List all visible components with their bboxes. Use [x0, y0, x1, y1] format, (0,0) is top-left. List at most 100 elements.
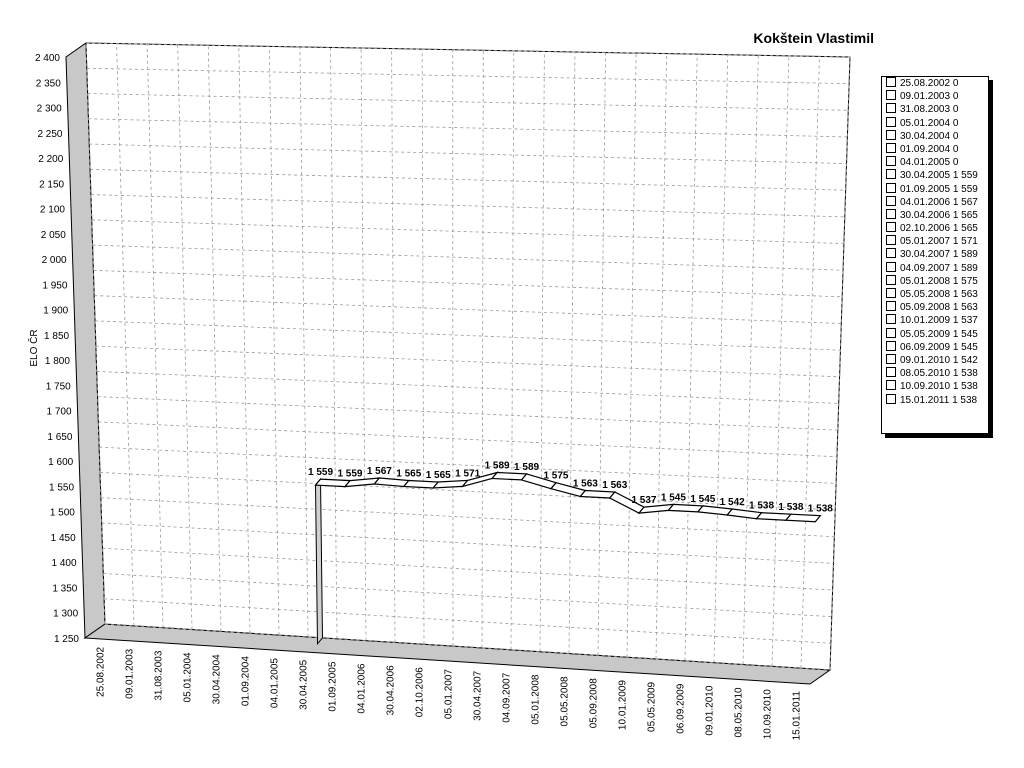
legend-label: 05.01.2008 1 575	[900, 275, 978, 287]
y-tick-label: 1 950	[42, 280, 67, 291]
chart-title: Kokštein Vlastimil	[753, 30, 874, 46]
legend-item: 04.01.2005 0	[882, 156, 988, 169]
x-tick-label: 10.09.2010	[763, 689, 774, 739]
legend-item: 01.09.2004 0	[882, 142, 988, 156]
y-tick-label: 1 400	[51, 558, 76, 569]
legend-item: 30.04.2005 1 559	[882, 169, 988, 182]
legend-item: 08.05.2010 1 538	[882, 367, 988, 380]
y-tick-label: 1 550	[49, 482, 74, 493]
legend-swatch	[886, 327, 896, 338]
legend-item: 25.08.2002 0	[882, 77, 988, 90]
x-tick-label: 05.01.2008	[531, 674, 542, 724]
legend-swatch	[886, 169, 896, 180]
legend-swatch	[886, 248, 896, 259]
x-tick-label: 05.01.2007	[444, 669, 455, 719]
y-tick-label: 2 200	[38, 154, 63, 165]
legend-swatch	[886, 353, 896, 364]
x-tick-label: 25.08.2002	[96, 646, 107, 696]
series-segment	[579, 489, 617, 499]
legend-label: 08.05.2010 1 538	[900, 368, 978, 380]
y-tick-label: 2 150	[39, 179, 64, 190]
legend-label: 25.08.2002 0	[900, 78, 959, 89]
data-label: 1 545	[661, 492, 686, 503]
y-tick-label: 1 350	[52, 583, 77, 594]
data-label: 1 575	[543, 471, 568, 482]
legend-item: 04.01.2006 1 567	[882, 195, 988, 209]
legend-swatch	[886, 103, 896, 114]
series-segment	[784, 513, 822, 523]
x-tick-label: 04.09.2007	[502, 672, 513, 722]
legend-item: 05.05.2008 1 563	[882, 288, 988, 301]
data-label: 1 559	[308, 467, 333, 478]
legend-item: 10.01.2009 1 537	[882, 314, 988, 327]
legend-swatch	[886, 274, 896, 285]
legend-item: 31.08.2003 0	[882, 103, 988, 116]
x-tick-label: 30.04.2004	[212, 654, 223, 704]
legend-label: 01.09.2004 0	[900, 143, 959, 155]
y-tick-label: 2 250	[37, 129, 62, 140]
legend-label: 06.09.2009 1 545	[900, 341, 978, 353]
legend-item: 09.01.2010 1 542	[882, 353, 988, 367]
legend-swatch	[886, 129, 896, 140]
y-tick-label: 2 050	[41, 230, 66, 241]
data-label: 1 571	[455, 468, 480, 479]
legend-item: 30.04.2004 0	[882, 129, 988, 143]
legend-swatch	[886, 142, 896, 153]
legend-label: 09.01.2003 0	[900, 91, 959, 103]
data-label: 1 567	[367, 466, 392, 477]
legend-label: 10.01.2009 1 537	[900, 315, 978, 327]
legend-label: 30.04.2005 1 559	[900, 170, 978, 182]
elo-chart: 1 250 1 300 1 350 1 400 1 450 1 500 1 550 1 600…	[27, 42, 851, 741]
legend-item: 05.05.2009 1 545	[882, 327, 988, 341]
legend-label: 15.01.2011 1 538	[900, 394, 978, 406]
legend-swatch	[886, 380, 896, 391]
legend-swatch	[886, 77, 896, 87]
data-label: 1 537	[631, 495, 656, 506]
x-tick-label: 31.08.2003	[154, 650, 165, 700]
data-label: 1 559	[337, 469, 362, 480]
back-wall	[85, 42, 851, 671]
data-label: 1 565	[396, 468, 421, 479]
legend-label: 05.01.2004 0	[900, 117, 959, 129]
y-tick-label: 1 750	[46, 381, 71, 392]
y-tick-label: 2 300	[37, 104, 62, 115]
legend-swatch	[886, 261, 896, 272]
legend-swatch	[886, 367, 896, 378]
legend-item: 30.04.2007 1 589	[882, 248, 988, 261]
y-tick-label: 1 500	[50, 508, 75, 519]
x-tick-label: 30.04.2005	[299, 659, 310, 709]
series-segment	[490, 471, 528, 481]
data-label: 1 538	[778, 502, 803, 513]
y-tick-label: 1 650	[47, 432, 72, 443]
x-tick-label: 05.01.2004	[183, 652, 194, 702]
y-tick-label: 2 000	[42, 255, 67, 266]
legend-item: 10.09.2010 1 538	[882, 380, 988, 393]
x-tick-label: 06.09.2009	[676, 683, 687, 733]
data-label: 1 545	[690, 494, 715, 505]
legend-item: 04.09.2007 1 589	[882, 261, 988, 275]
x-tick-label: 02.10.2006	[415, 667, 426, 717]
legend-swatch	[886, 288, 896, 298]
legend-swatch	[886, 116, 896, 127]
x-tick-label: 04.01.2006	[357, 663, 368, 713]
series-segment	[667, 503, 705, 513]
legend-item: 09.01.2003 0	[882, 90, 988, 103]
x-tick-label: 01.09.2005	[328, 661, 339, 711]
legend-item: 30.04.2006 1 565	[882, 208, 988, 222]
x-tick-label: 09.01.2003	[125, 648, 136, 698]
x-tick-label: 09.01.2010	[705, 685, 716, 735]
legend-swatch	[886, 222, 896, 233]
x-tick-label: 05.05.2008	[560, 676, 571, 726]
series-segment	[314, 478, 352, 488]
legend-label: 31.08.2003 0	[900, 104, 959, 116]
data-label: 1 589	[485, 460, 510, 471]
x-tick-label: 01.09.2004	[241, 656, 252, 706]
data-label: 1 563	[573, 478, 598, 489]
x-tick-label: 15.01.2011	[792, 691, 803, 741]
legend-label: 04.09.2007 1 589	[900, 262, 978, 274]
x-tick-label: 04.01.2005	[270, 658, 281, 708]
legend-label: 30.04.2007 1 589	[900, 249, 978, 261]
y-tick-label: 1 600	[48, 457, 73, 468]
legend-label: 05.05.2008 1 563	[900, 289, 978, 300]
data-label: 1 565	[426, 470, 451, 481]
